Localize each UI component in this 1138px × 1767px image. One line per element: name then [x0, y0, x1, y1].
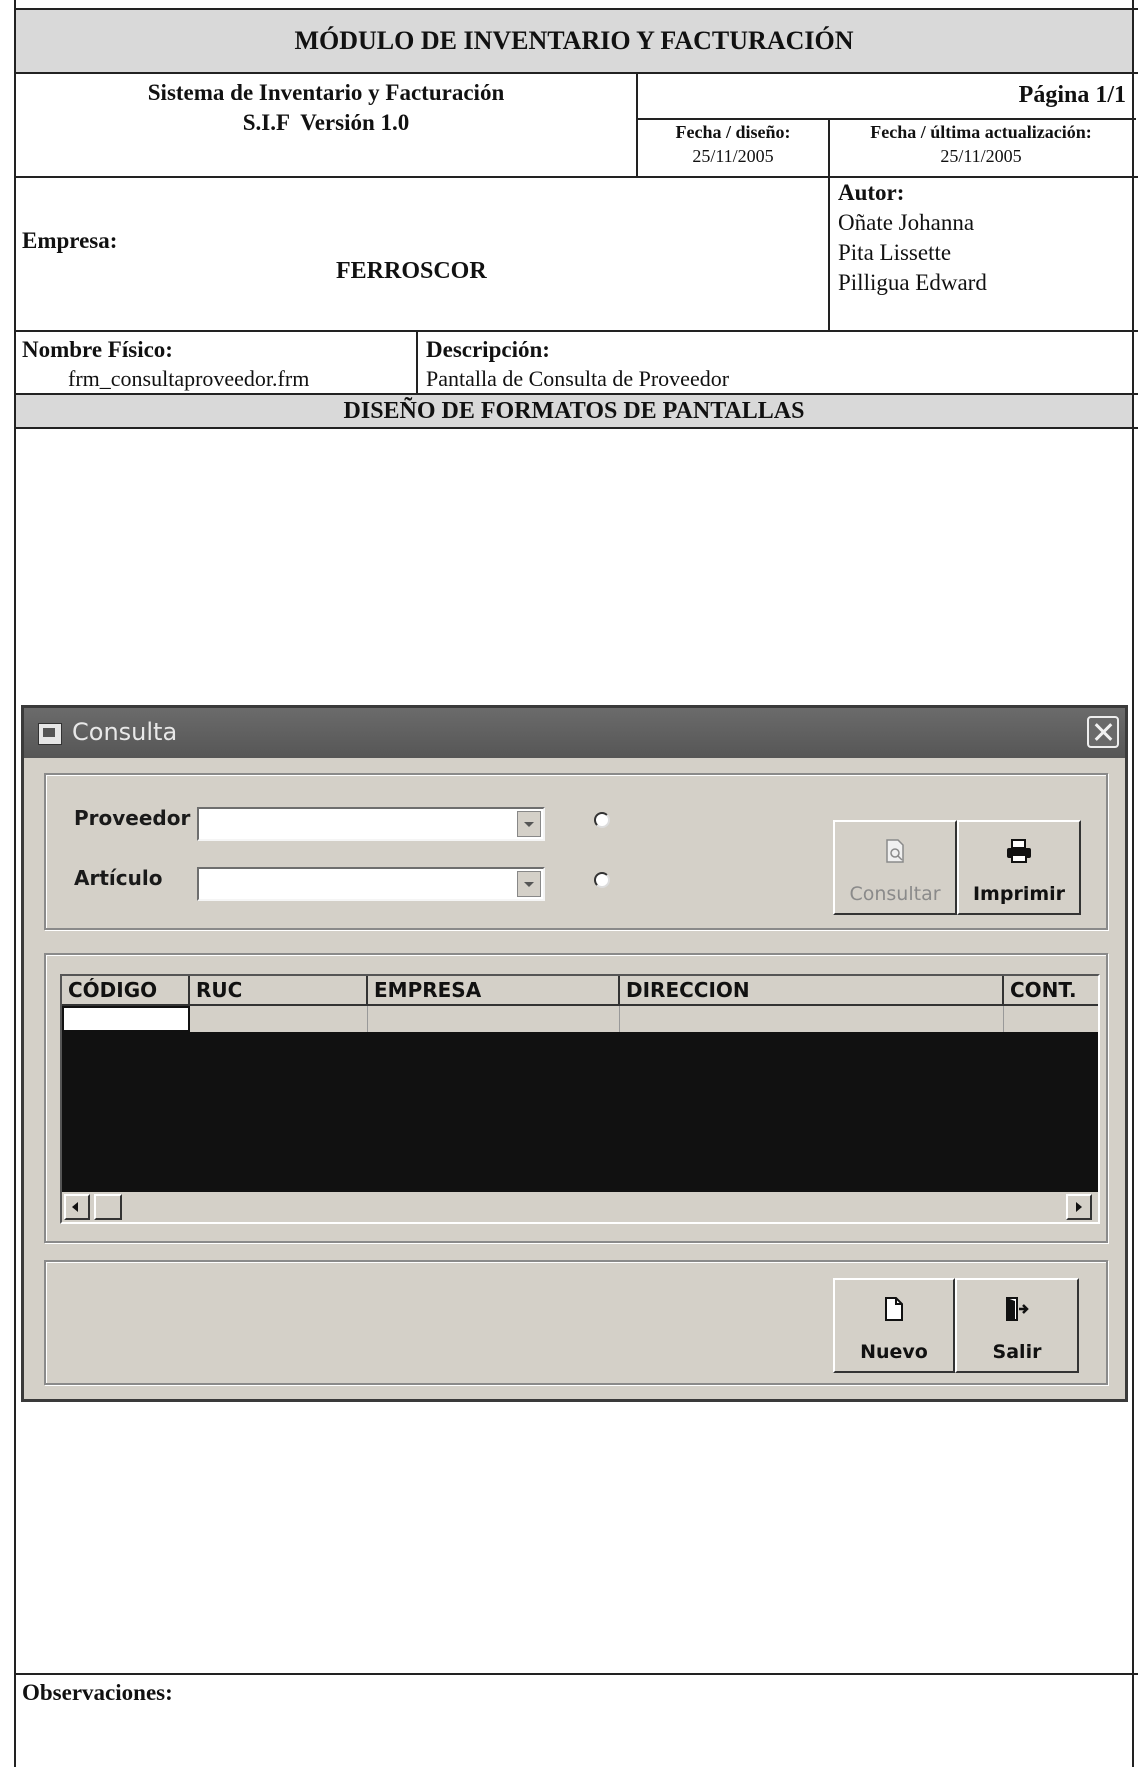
imprimir-button[interactable]: Imprimir — [957, 820, 1081, 915]
column-cont[interactable]: CONT. — [1004, 976, 1098, 1006]
provider-radio[interactable] — [594, 812, 610, 828]
provider-label: Proveedor — [74, 806, 191, 830]
search-document-icon — [882, 838, 908, 869]
page-number: Página 1/1 — [1018, 82, 1126, 108]
provider-grid[interactable]: CÓDIGO RUC EMPRESA DIRECCION CONT. — [60, 974, 1100, 1224]
article-label: Artículo — [74, 866, 163, 890]
printer-icon — [1005, 838, 1033, 869]
author-3: Pilligua Edward — [838, 270, 987, 295]
scroll-right-icon[interactable] — [1066, 1194, 1092, 1220]
section-title: DISEÑO DE FORMATOS DE PANTALLAS — [16, 395, 1132, 427]
close-icon[interactable] — [1087, 716, 1119, 748]
column-empresa[interactable]: EMPRESA — [368, 976, 620, 1006]
dialog-title-bar[interactable]: Consulta — [24, 708, 1125, 758]
chevron-down-icon[interactable] — [517, 811, 541, 837]
system-name: Sistema de Inventario y Facturación — [147, 80, 505, 105]
column-direccion[interactable]: DIRECCION — [620, 976, 1004, 1006]
nuevo-button[interactable]: Nuevo — [833, 1278, 955, 1373]
table-cell-codigo[interactable] — [62, 1006, 190, 1032]
grid-header: CÓDIGO RUC EMPRESA DIRECCION CONT. — [62, 976, 1098, 1006]
table-cell-empresa[interactable] — [368, 1006, 620, 1032]
physical-name: frm_consultaproveedor.frm — [68, 366, 310, 391]
salir-label: Salir — [992, 1341, 1042, 1363]
description-label: Descripción: — [426, 337, 550, 362]
company-name: FERROSCOR — [336, 258, 487, 284]
provider-combo[interactable] — [197, 807, 545, 841]
design-date-label: Fecha / diseño: — [675, 122, 791, 142]
physical-name-label: Nombre Físico: — [22, 337, 173, 362]
update-date-label: Fecha / última actualización: — [870, 122, 1092, 142]
horizontal-scrollbar[interactable] — [62, 1192, 1098, 1222]
nuevo-label: Nuevo — [860, 1341, 928, 1363]
article-combo[interactable] — [197, 867, 545, 901]
description: Pantalla de Consulta de Proveedor — [426, 366, 730, 391]
chevron-down-icon[interactable] — [517, 871, 541, 897]
table-row[interactable] — [62, 1006, 1098, 1032]
design-date: 25/11/2005 — [692, 146, 774, 166]
author-label: Autor: — [838, 180, 905, 205]
table-cell-direccion[interactable] — [620, 1006, 1004, 1032]
table-cell-ruc[interactable] — [190, 1006, 368, 1032]
table-cell-cont[interactable] — [1004, 1006, 1098, 1032]
update-date: 25/11/2005 — [940, 146, 1022, 166]
company-label: Empresa: — [22, 228, 118, 253]
new-document-icon — [883, 1296, 905, 1327]
dialog-title: Consulta — [72, 718, 178, 746]
imprimir-label: Imprimir — [972, 883, 1066, 905]
scroll-thumb[interactable] — [94, 1194, 122, 1220]
salir-button[interactable]: Salir — [955, 1278, 1079, 1373]
observations-label: Observaciones: — [22, 1680, 173, 1705]
column-ruc[interactable]: RUC — [190, 976, 368, 1006]
scroll-left-icon[interactable] — [64, 1194, 90, 1220]
consultar-button[interactable]: Consultar — [833, 820, 957, 915]
system-version: S.I.F Versión 1.0 — [242, 110, 410, 135]
author-1: Oñate Johanna — [838, 210, 975, 235]
consulta-dialog: Consulta Proveedor Artículo Consultar Im… — [21, 705, 1128, 1402]
author-2: Pita Lissette — [838, 240, 952, 265]
module-title: MÓDULO DE INVENTARIO Y FACTURACIÓN — [16, 10, 1132, 72]
exit-door-icon — [1004, 1296, 1030, 1327]
article-radio[interactable] — [594, 872, 610, 888]
form-icon — [38, 723, 62, 745]
column-codigo[interactable]: CÓDIGO — [62, 976, 190, 1006]
consultar-label: Consultar — [849, 883, 941, 905]
